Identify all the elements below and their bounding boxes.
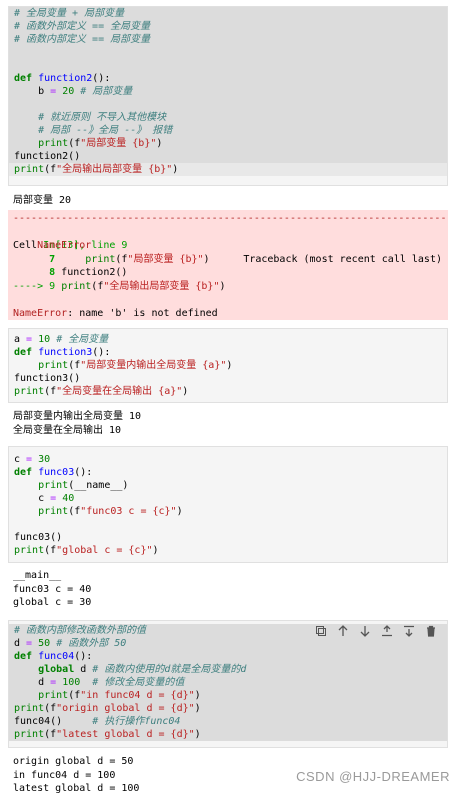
error-header: NameError Traceback (most recent call la… (8, 226, 448, 265)
cell-toolbar (313, 625, 439, 639)
output-line: origin global d = 50 (13, 756, 134, 767)
code-line: # 函数内部定义 == 局部变量 (14, 34, 151, 45)
output-line: __main__ (13, 570, 62, 581)
code-line: def func04(): (14, 651, 93, 662)
error-frame: 8 function2() (13, 267, 128, 279)
code-cell-1[interactable]: # 全局变量 + 局部变量 # 函数外部定义 == 全局变量 # 函数内部定义 … (8, 6, 448, 186)
error-divider: ----------------------------------------… (13, 213, 448, 224)
code-line: def function2(): (14, 73, 111, 84)
code-line: # 全局变量 + 局部变量 (14, 8, 125, 19)
error-name: NameError (37, 240, 92, 252)
output-line: func03 c = 40 (13, 583, 92, 595)
code-line: def function3(): (14, 347, 111, 358)
cell-4-selected-region: # 函数内部修改函数外部的值 d = 50 # 函数外部 50 def func… (9, 624, 447, 741)
code-line: print(f"全局输出局部变量 {b}") (9, 163, 447, 176)
code-line: # 就近原则 不导入其他模块 (14, 112, 167, 123)
code-line: b = 20 # 局部变量 (14, 86, 133, 97)
code-line: def func03(): (14, 467, 93, 478)
func-name: function2 (38, 73, 93, 84)
output-3: __main__ func03 c = 40 global c = 30 (8, 569, 448, 610)
code-line: print(f"func03 c = {c}") (38, 506, 183, 517)
code-line: print(f"in func04 d = {d}") (38, 690, 201, 701)
error-message: NameError: name 'b' is not defined (13, 308, 218, 320)
code-line: function2() (9, 150, 447, 163)
cell-1-selected-region: # 全局变量 + 局部变量 # 函数外部定义 == 全局变量 # 函数内部定义 … (9, 7, 447, 150)
code-line: print(f"全局变量在全局输出 {a}") (14, 386, 189, 397)
arrow-down-icon[interactable] (357, 625, 373, 639)
watermark: CSDN @HJJ-DREAMER (296, 769, 450, 784)
code-line: function3() (14, 373, 81, 384)
code-line: a = 10 # 全局变量 (14, 334, 109, 345)
error-blank (8, 294, 448, 308)
traceback-label: Traceback (most recent call last) (243, 253, 442, 265)
code-line: func04() # 执行操作func04 (14, 716, 181, 727)
code-cell-3[interactable]: c = 30 def func03(): print(__name__) c =… (8, 446, 448, 563)
output-1: 局部变量 20 (8, 194, 448, 208)
output-2: 局部变量内输出全局变量 10 全局变量在全局输出 10 (8, 410, 448, 437)
code-line: print(f"global c = {c}") (14, 545, 159, 556)
code-line: global d # 函数内使用的d就是全局变量的d (38, 664, 247, 675)
insert-below-icon[interactable] (401, 625, 417, 639)
output-line: latest global d = 100 (13, 783, 140, 795)
code-line: c = 30 (14, 454, 51, 465)
code-cell-2[interactable]: a = 10 # 全局变量 def function3(): print(f"局… (8, 328, 448, 403)
code-line: func03() (14, 532, 63, 543)
code-line: print(f"局部变量 {b}") (38, 138, 163, 149)
error-output: ----------------------------------------… (8, 210, 448, 320)
code-line: # 函数外部定义 == 全局变量 (14, 21, 151, 32)
code-line: print(f"latest global d = {d}") (14, 729, 201, 740)
code-line: # 局部 --》全局 --》 报错 (14, 125, 173, 136)
code-cell-4[interactable]: # 函数内部修改函数外部的值 d = 50 # 函数外部 50 def func… (8, 620, 448, 748)
arrow-up-icon[interactable] (335, 625, 351, 639)
code-line: c = 40 (14, 493, 75, 504)
code-line: d = 100 # 修改全局变量的值 (14, 677, 185, 688)
output-line: global c = 30 (13, 597, 92, 609)
insert-above-icon[interactable] (379, 625, 395, 639)
code-line: print(__name__) (38, 480, 129, 491)
output-line: 局部变量 20 (13, 195, 72, 206)
copy-icon[interactable] (313, 625, 329, 639)
output-line: 全局变量在全局输出 10 (13, 424, 122, 436)
trash-icon[interactable] (423, 625, 439, 639)
code-line: print(f"origin global d = {d}") (14, 703, 201, 714)
output-line: 局部变量内输出全局变量 10 (13, 411, 142, 422)
code-line: print(f"局部变量内输出全局变量 {a}") (38, 360, 233, 371)
error-frame: ----> 9 print(f"全局输出局部变量 {b}") (13, 280, 226, 292)
